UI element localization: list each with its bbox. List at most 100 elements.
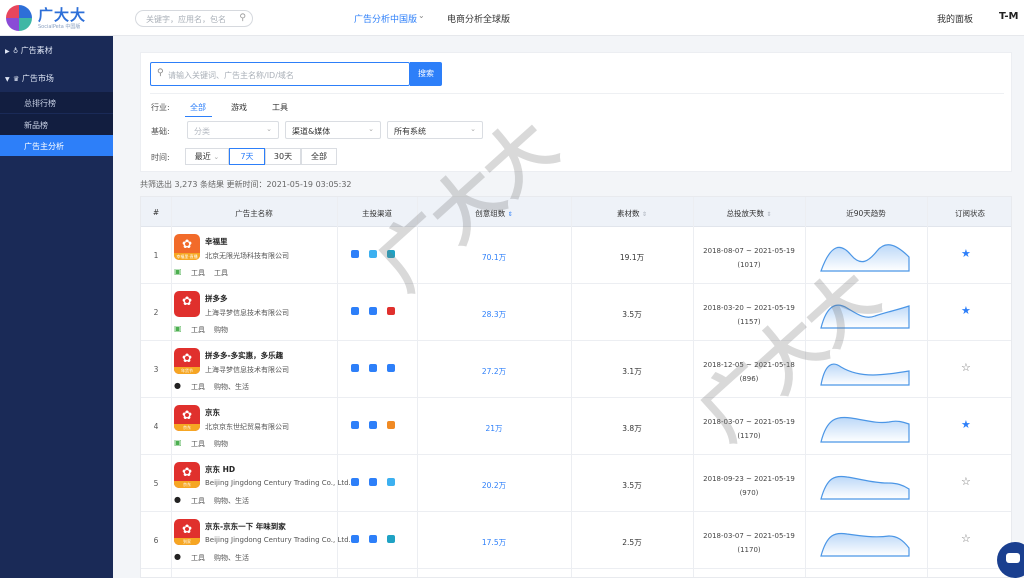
- industry-all[interactable]: 全部: [190, 102, 206, 113]
- channel-icon[interactable]: [387, 421, 395, 429]
- channel-icon[interactable]: [369, 535, 377, 543]
- unsubscribed-star-icon[interactable]: ☆: [961, 475, 971, 488]
- channel-media-select[interactable]: 渠道&媒体 ⌄: [285, 121, 381, 139]
- time-7d-button[interactable]: 7天: [229, 148, 265, 165]
- search-icon[interactable]: ⚲: [239, 13, 246, 23]
- app-icon[interactable]: ✿ 京东: [174, 462, 200, 488]
- user-avatar[interactable]: T-M: [999, 11, 1018, 22]
- sort-icon[interactable]: ⇕: [766, 211, 771, 218]
- sidebar-item-ad-market[interactable]: ▼ ♛ 广告市场: [0, 73, 113, 84]
- creative-count[interactable]: 17.5万: [417, 537, 571, 548]
- subscribed-star-icon[interactable]: ★: [961, 304, 971, 317]
- row-index: 4: [153, 422, 159, 431]
- trend-sparkline: [820, 532, 910, 557]
- chevron-down-icon: ⌄: [470, 125, 476, 133]
- sidebar-item-ad-creatives[interactable]: ▶ ♁ 广告素材: [0, 45, 113, 56]
- col-materials[interactable]: 素材数 ⇕: [571, 208, 693, 219]
- search-button[interactable]: 搜索: [410, 62, 442, 86]
- subscribed-star-icon[interactable]: ★: [961, 247, 971, 260]
- time-label: 时间:: [151, 153, 170, 162]
- subscribed-star-icon[interactable]: ★: [961, 418, 971, 431]
- brand-logo-icon[interactable]: [6, 5, 32, 31]
- advertiser-company: 北京京东世纪贸易有限公司: [205, 423, 289, 431]
- date-range: 2018-03-20 ~ 2021-05-19: [703, 304, 795, 312]
- table-row[interactable]: 4 ✿ 京东 京东 北京京东世纪贸易有限公司 ▣ 工具 购物 21万 3.8万 …: [141, 398, 1011, 455]
- chevron-down-icon[interactable]: ⌄: [418, 11, 425, 20]
- brand-name[interactable]: 广大大: [38, 4, 86, 25]
- channel-icon[interactable]: [351, 364, 359, 372]
- channel-icon[interactable]: [387, 535, 395, 543]
- table-row[interactable]: 6 ✿ 到家 京东-京东一下 年味到家 Beijing Jingdong Cen…: [141, 512, 1011, 569]
- channel-icon[interactable]: [351, 307, 359, 315]
- advertiser-name[interactable]: 京东-京东一下 年味到家: [205, 521, 286, 532]
- app-icon-ribbon: 京东: [174, 424, 200, 431]
- channel-icon[interactable]: [351, 250, 359, 258]
- app-icon[interactable]: ✿ 京东: [174, 405, 200, 431]
- app-icon[interactable]: ✿ 到家: [174, 519, 200, 545]
- table-row[interactable]: 5 ✿ 京东 京东 HD Beijing Jingdong Century Tr…: [141, 455, 1011, 512]
- advertiser-company: Beijing Jingdong Century Trading Co., Lt…: [205, 536, 351, 544]
- chevron-down-icon: ⌄: [368, 125, 374, 133]
- creative-count[interactable]: 21万: [417, 423, 571, 434]
- advertiser-company: 北京无限光场科技有限公司: [205, 252, 289, 260]
- my-panel-link[interactable]: 我的面板: [937, 12, 973, 25]
- tag: 购物、生活: [214, 497, 249, 505]
- channel-icon[interactable]: [369, 478, 377, 486]
- sort-icon[interactable]: ⇕: [642, 211, 647, 218]
- industry-games[interactable]: 游戏: [231, 102, 247, 113]
- sort-icon[interactable]: ⇕: [508, 211, 513, 218]
- channel-icon[interactable]: [351, 478, 359, 486]
- channel-icon[interactable]: [351, 421, 359, 429]
- time-recent-select[interactable]: 最近 ⌄: [185, 148, 229, 165]
- channel-icon[interactable]: [369, 307, 377, 315]
- advertiser-name[interactable]: 京东: [205, 407, 220, 418]
- nav-ad-analysis-cn[interactable]: 广告分析中国版: [354, 12, 417, 25]
- date-range: 2018-08-07 ~ 2021-05-19: [703, 247, 795, 255]
- tag: 购物、生活: [214, 554, 249, 562]
- category-select[interactable]: 分类 ⌄: [187, 121, 279, 139]
- nav-ecommerce-global[interactable]: 电商分析全球版: [447, 12, 510, 25]
- channel-list: [351, 307, 405, 317]
- sidebar-item-new-ranking[interactable]: 新品榜: [0, 114, 113, 135]
- table-row[interactable]: 1 ✿ 幸福里·直播 幸福里 北京无限光场科技有限公司 ▣ 工具 工具 70.1…: [141, 227, 1011, 284]
- time-all-button[interactable]: 全部: [301, 148, 337, 165]
- unsubscribed-star-icon[interactable]: ☆: [961, 361, 971, 374]
- sidebar-item-overall-ranking[interactable]: 总排行榜: [0, 92, 113, 113]
- col-subscribe: 订阅状态: [955, 209, 985, 218]
- creative-count[interactable]: 28.3万: [417, 309, 571, 320]
- time-30d-button[interactable]: 30天: [265, 148, 301, 165]
- channel-icon[interactable]: [369, 421, 377, 429]
- col-channel: 主投渠道: [362, 209, 392, 218]
- app-icon[interactable]: ✿: [174, 291, 200, 317]
- table-row[interactable]: 3 ✿ 年货节 拼多多-多实惠，多乐趣 上海寻梦信息技术有限公司 ● 工具 购物…: [141, 341, 1011, 398]
- creative-count[interactable]: 27.2万: [417, 366, 571, 377]
- channel-icon[interactable]: [387, 364, 395, 372]
- creative-count[interactable]: 70.1万: [417, 252, 571, 263]
- system-select[interactable]: 所有系统 ⌄: [387, 121, 483, 139]
- channel-icon[interactable]: [387, 307, 395, 315]
- channel-icon[interactable]: [351, 535, 359, 543]
- main-search-input[interactable]: ⚲ 请输入关键词、广告主名称/ID/域名: [150, 62, 410, 86]
- col-days[interactable]: 总投放天数 ⇕: [693, 208, 805, 219]
- app-icon[interactable]: ✿ 年货节: [174, 348, 200, 374]
- unsubscribed-star-icon[interactable]: ☆: [961, 532, 971, 545]
- advertiser-company: 上海寻梦信息技术有限公司: [205, 366, 289, 374]
- col-creatives[interactable]: 创意组数 ⇕: [417, 208, 571, 219]
- advertiser-name[interactable]: 拼多多-多实惠，多乐趣: [205, 350, 283, 361]
- brand-subtitle: SocialPeta 中国版: [38, 24, 81, 30]
- channel-icon[interactable]: [369, 364, 377, 372]
- advertiser-name[interactable]: 京东 HD: [205, 464, 235, 475]
- col-index: #: [152, 208, 160, 217]
- industry-tools[interactable]: 工具: [272, 102, 288, 113]
- advertiser-name[interactable]: 幸福里: [205, 236, 228, 247]
- app-icon[interactable]: ✿ 幸福里·直播: [174, 234, 200, 260]
- top-search-input[interactable]: 关键字，应用名，包名 ⚲: [135, 10, 253, 27]
- channel-icon[interactable]: [369, 250, 377, 258]
- creative-count[interactable]: 20.2万: [417, 480, 571, 491]
- trend-sparkline: [820, 475, 910, 500]
- table-row[interactable]: 2 ✿ 拼多多 上海寻梦信息技术有限公司 ▣ 工具 购物 28.3万 3.5万 …: [141, 284, 1011, 341]
- advertiser-name[interactable]: 拼多多: [205, 293, 228, 304]
- channel-icon[interactable]: [387, 250, 395, 258]
- sidebar-item-advertiser-analysis[interactable]: 广告主分析: [0, 135, 113, 156]
- channel-icon[interactable]: [387, 478, 395, 486]
